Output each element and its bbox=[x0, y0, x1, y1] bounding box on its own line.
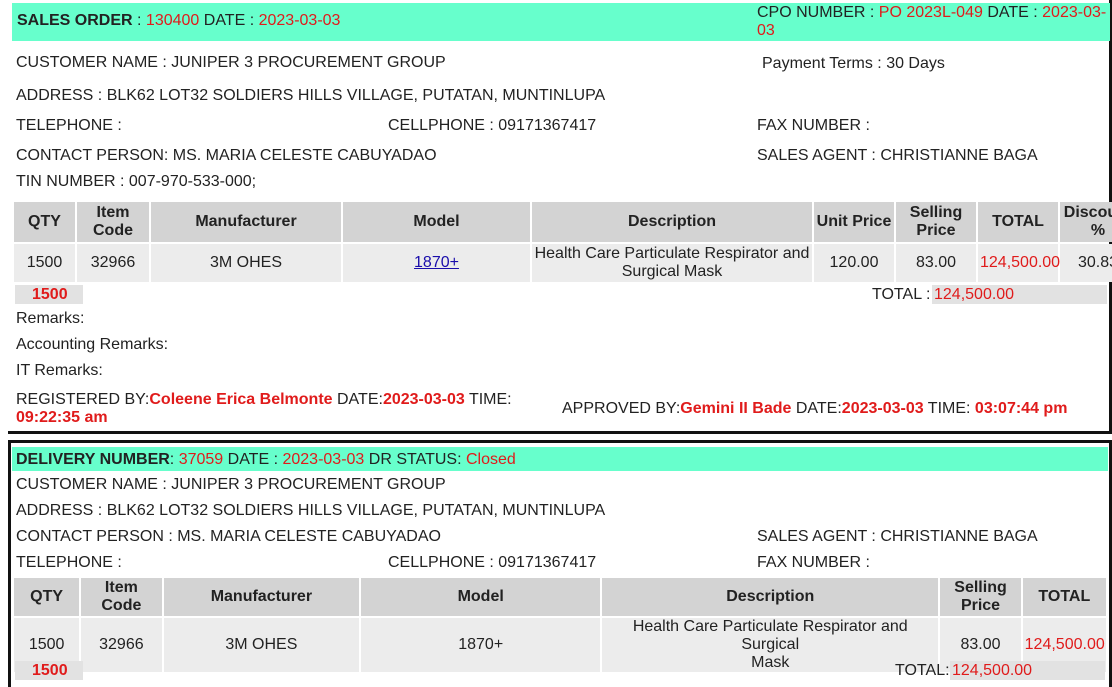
sales-order-number: 130400 bbox=[145, 12, 200, 29]
cell-unit-price: 120.00 bbox=[814, 244, 894, 282]
dr-cell-manufacturer: 3M OHES bbox=[163, 618, 360, 672]
dr-col-header-selling-price: Selling Price bbox=[940, 578, 1021, 616]
address: ADDRESS : BLK62 LOT32 SOLDIERS HILLS VIL… bbox=[16, 87, 606, 104]
accounting-remarks: Accounting Remarks: bbox=[16, 336, 169, 353]
cpo-number-block: CPO NUMBER : PO 2023L-049 DATE : 2023-03… bbox=[757, 4, 1107, 39]
col-header-discount: Discount% bbox=[1060, 202, 1112, 242]
dr-sales-agent: SALES AGENT : CHRISTIANNE BAGA bbox=[757, 528, 1038, 545]
col-header-description: Description bbox=[532, 202, 812, 242]
cell-model: 1870+ bbox=[343, 244, 530, 282]
customer-name: CUSTOMER NAME : JUNIPER 3 PROCUREMENT GR… bbox=[16, 54, 446, 71]
approved-time: 03:07:44 pm bbox=[974, 400, 1068, 417]
dr-col-header-total: TOTAL bbox=[1022, 578, 1106, 616]
col-header-qty: QTY bbox=[14, 202, 75, 242]
cell-qty: 1500 bbox=[14, 244, 75, 282]
cell-item-code: 32966 bbox=[77, 244, 149, 282]
approved-by-block: APPROVED BY:Gemini II Bade DATE:2023-03-… bbox=[562, 400, 1068, 417]
dr-total-qty: 1500 bbox=[32, 662, 68, 679]
cpo-number: PO 2023L-049 bbox=[878, 4, 983, 21]
model-link[interactable]: 1870+ bbox=[414, 254, 459, 271]
delivery-title: DELIVERY NUMBER: 37059 DATE : 2023-03-03… bbox=[16, 451, 516, 468]
col-header-unit-price: Unit Price bbox=[814, 202, 894, 242]
cpo-date: 2023-03- bbox=[1042, 4, 1107, 21]
dr-col-header-qty: QTY bbox=[14, 578, 80, 616]
dr-cellphone: CELLPHONE : 09171367417 bbox=[388, 554, 597, 571]
cell-description: Health Care Particulate Respirator and Su… bbox=[532, 244, 812, 282]
total-label: TOTAL : bbox=[872, 286, 931, 303]
delivery-items-table: QTY Item Code Manufacturer Model Descrip… bbox=[12, 576, 1108, 674]
registered-time: 09:22:35 am bbox=[16, 409, 108, 426]
dr-cell-model: 1870+ bbox=[361, 618, 601, 672]
registered-by-block: REGISTERED BY:Coleene Erica Belmonte DAT… bbox=[16, 391, 512, 426]
col-header-manufacturer: Manufacturer bbox=[151, 202, 341, 242]
col-header-item-code: Item Code bbox=[77, 202, 149, 242]
cellphone: CELLPHONE : 09171367417 bbox=[388, 117, 597, 134]
dr-fax-number: FAX NUMBER : bbox=[757, 554, 870, 571]
fax-number: FAX NUMBER : bbox=[757, 117, 870, 134]
dr-total-value: 124,500.00 bbox=[952, 662, 1033, 679]
it-remarks: IT Remarks: bbox=[16, 362, 103, 379]
approved-date: 2023-03-03 bbox=[841, 400, 924, 417]
dr-col-header-item-code: Item Code bbox=[81, 578, 162, 616]
dr-col-header-description: Description bbox=[602, 578, 939, 616]
dr-address: ADDRESS : BLK62 LOT32 SOLDIERS HILLS VIL… bbox=[16, 502, 606, 519]
dr-total-label: TOTAL: bbox=[895, 662, 950, 679]
col-header-model: Model bbox=[343, 202, 530, 242]
dr-cell-item-code: 32966 bbox=[81, 618, 162, 672]
sales-agent: SALES AGENT : CHRISTIANNE BAGA bbox=[757, 147, 1038, 164]
contact-person: CONTACT PERSON: MS. MARIA CELESTE CABUYA… bbox=[16, 147, 437, 164]
total-value: 124,500.00 bbox=[934, 286, 1015, 303]
registered-by: Coleene Erica Belmonte bbox=[149, 391, 333, 408]
payment-terms: Payment Terms : 30 Days bbox=[762, 55, 945, 72]
dr-col-header-manufacturer: Manufacturer bbox=[163, 578, 360, 616]
telephone: TELEPHONE : bbox=[16, 117, 122, 134]
table-row: 1500 32966 3M OHES 1870+ Health Care Par… bbox=[14, 244, 1112, 282]
tin-number: TIN NUMBER : 007-970-533-000; bbox=[16, 173, 257, 190]
remarks: Remarks: bbox=[16, 310, 85, 327]
dr-contact-person: CONTACT PERSON : MS. MARIA CELESTE CABUY… bbox=[16, 528, 441, 545]
dr-cell-description: Health Care Particulate Respirator and S… bbox=[602, 618, 939, 672]
registered-date: 2023-03-03 bbox=[382, 391, 465, 408]
sales-order-items-table: QTY Item Code Manufacturer Model Descript… bbox=[12, 200, 1112, 284]
total-qty: 1500 bbox=[32, 286, 68, 303]
sales-order-title: SALES ORDER : 130400 DATE : 2023-03-03 bbox=[17, 12, 341, 29]
dr-status: Closed bbox=[465, 451, 516, 468]
approved-by: Gemini II Bade bbox=[680, 400, 792, 417]
cell-selling-price: 83.00 bbox=[896, 244, 976, 282]
delivery-date: 2023-03-03 bbox=[282, 451, 365, 468]
dr-customer-name: CUSTOMER NAME : JUNIPER 3 PROCUREMENT GR… bbox=[16, 476, 446, 493]
cell-discount: 30.83 bbox=[1060, 244, 1112, 282]
cell-manufacturer: 3M OHES bbox=[151, 244, 341, 282]
delivery-number: 37059 bbox=[178, 451, 224, 468]
cell-total: 124,500.00 bbox=[978, 244, 1060, 282]
col-header-total: TOTAL bbox=[978, 202, 1058, 242]
dr-telephone: TELEPHONE : bbox=[16, 554, 122, 571]
col-header-selling-price: Selling Price bbox=[896, 202, 976, 242]
sales-order-date: 2023-03-03 bbox=[258, 12, 341, 29]
dr-col-header-model: Model bbox=[361, 578, 601, 616]
